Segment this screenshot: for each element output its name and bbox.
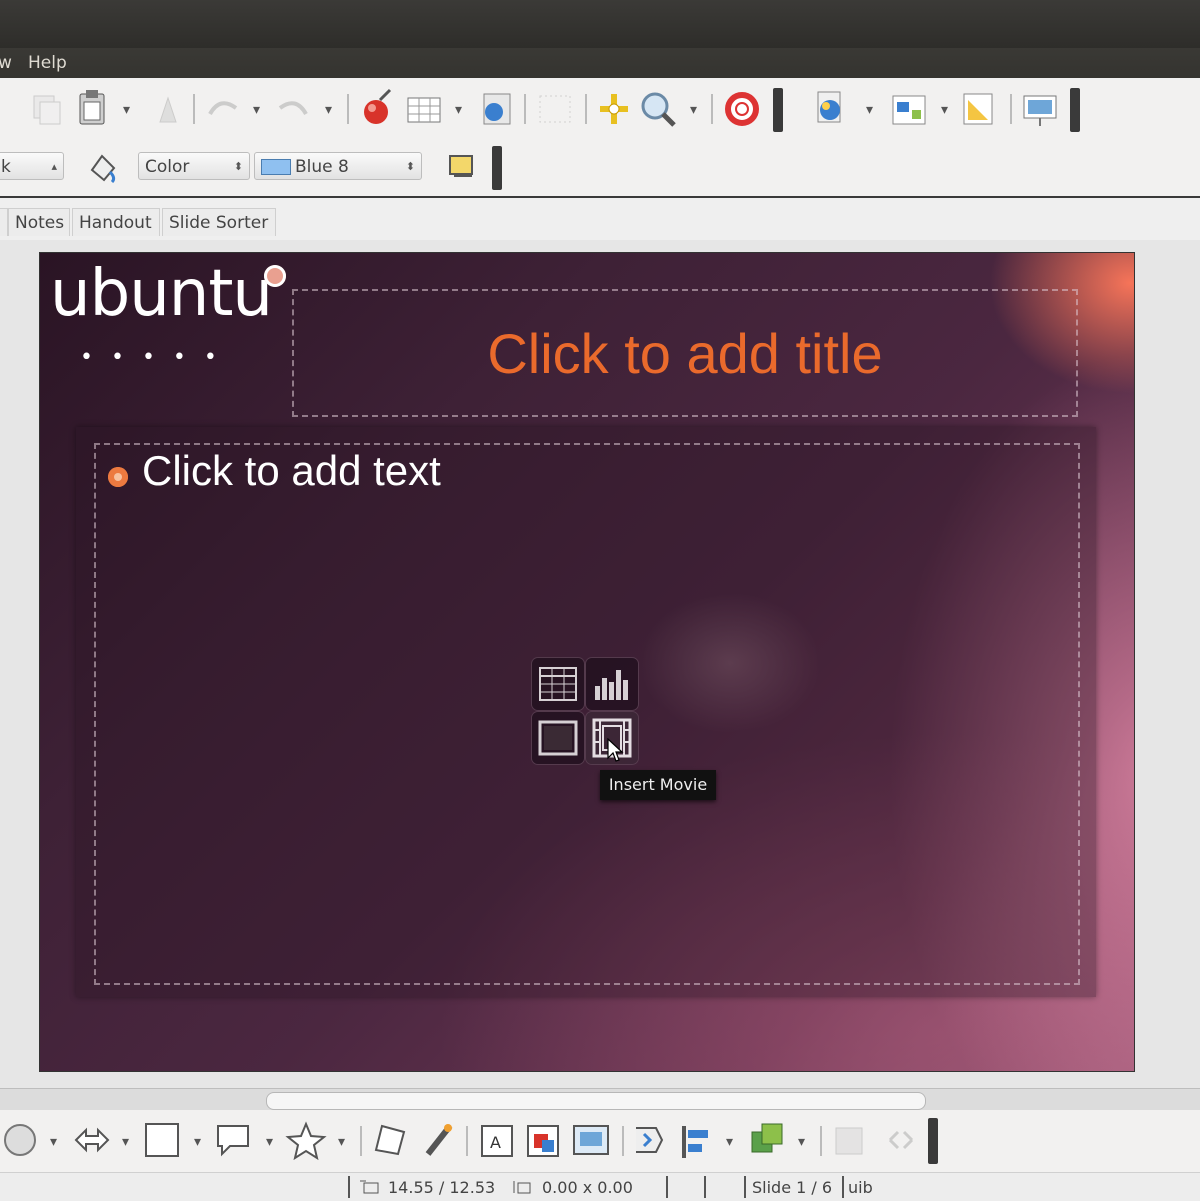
tab-notes[interactable]: Notes bbox=[8, 208, 70, 236]
horizontal-scrollbar[interactable] bbox=[0, 1088, 1200, 1111]
window-titlebar bbox=[0, 0, 1200, 48]
circle-of-friends-icon bbox=[264, 265, 286, 287]
chart-insert-icon bbox=[364, 88, 392, 124]
chevron-updown-icon: ⬍ bbox=[405, 160, 415, 173]
insert-chart-button[interactable] bbox=[586, 658, 638, 710]
table-icon bbox=[539, 667, 577, 701]
title-placeholder-text: Click to add title bbox=[487, 321, 883, 385]
tab-slide-sorter[interactable]: Slide Sorter bbox=[162, 208, 276, 236]
menu-item-view[interactable]: w bbox=[0, 53, 12, 73]
tab-outline[interactable] bbox=[0, 208, 8, 236]
toggle-extrusion-icon bbox=[888, 1130, 914, 1150]
svg-text:A: A bbox=[490, 1133, 501, 1152]
position-icon bbox=[360, 1180, 379, 1194]
size-readout: 0.00 x 0.00 bbox=[542, 1178, 633, 1197]
redo-icon bbox=[278, 101, 308, 116]
scrollbar-thumb[interactable] bbox=[266, 1092, 926, 1110]
slide-layout-icon bbox=[892, 95, 926, 125]
chevron-updown-icon: ⬍ bbox=[233, 160, 243, 173]
slide-icon bbox=[817, 91, 841, 123]
toolbar-handle[interactable] bbox=[492, 146, 502, 190]
area-color-select[interactable]: Blue 8 ⬍ bbox=[254, 152, 422, 180]
glue-points-icon bbox=[425, 1124, 453, 1156]
gallery-icon bbox=[573, 1125, 609, 1155]
double-arrow-icon bbox=[74, 1127, 110, 1153]
svg-text:▾: ▾ bbox=[122, 1134, 129, 1150]
ellipse-icon bbox=[4, 1124, 36, 1156]
line-style-combo[interactable]: k ▴ bbox=[0, 152, 64, 180]
svg-text:▾: ▾ bbox=[50, 1134, 57, 1150]
clone-formatting-icon bbox=[159, 96, 177, 123]
svg-text:▾: ▾ bbox=[194, 1134, 201, 1150]
arrange-icon bbox=[751, 1123, 783, 1153]
spin-icon: ▴ bbox=[51, 160, 57, 173]
svg-text:▾: ▾ bbox=[455, 102, 462, 118]
bullet-icon bbox=[108, 467, 128, 487]
rectangle-icon bbox=[145, 1123, 179, 1157]
undo-dropdown-icon: ▾ bbox=[253, 102, 260, 118]
drawing-toolbar: ▾ ▾ ▾ ▾ ▾ A ▾ ▾ bbox=[0, 1110, 1200, 1172]
extrusion-icon bbox=[835, 1127, 863, 1155]
image-icon bbox=[538, 720, 578, 756]
copy-icon[interactable] bbox=[33, 95, 61, 125]
snap-points-icon bbox=[600, 94, 628, 124]
standard-toolbar: ▾ ▾ ▾ ▾ ▾ ▾ ▾ bbox=[0, 80, 1200, 138]
area-fill-icon[interactable] bbox=[84, 150, 124, 184]
menu-bar: w Help bbox=[0, 48, 1200, 78]
callout-icon bbox=[217, 1125, 249, 1157]
zoom-icon bbox=[641, 92, 676, 127]
slide-design-icon bbox=[963, 93, 993, 125]
alignment-icon bbox=[682, 1126, 708, 1158]
insert-picture-button[interactable] bbox=[532, 712, 584, 764]
view-tabs: Notes Handout Slide Sorter bbox=[0, 200, 1200, 240]
mouse-cursor-icon bbox=[607, 738, 624, 762]
status-bar: 14.55 / 12.53 0.00 x 0.00 Slide 1 / 6 ui… bbox=[0, 1172, 1200, 1201]
svg-text:▾: ▾ bbox=[941, 102, 948, 118]
decorative-dots: ••••• bbox=[80, 345, 235, 370]
tooltip: Insert Movie bbox=[600, 770, 716, 800]
undo-icon bbox=[208, 101, 238, 116]
ubuntu-logo: ubuntu bbox=[50, 257, 273, 331]
shadow-icon[interactable] bbox=[446, 152, 476, 182]
line-style-value: k bbox=[1, 157, 11, 177]
svg-text:▾: ▾ bbox=[798, 1134, 805, 1150]
star-icon bbox=[285, 1121, 327, 1161]
slide-show-icon bbox=[1023, 95, 1057, 126]
from-file-icon bbox=[527, 1125, 559, 1157]
svg-text:▾: ▾ bbox=[726, 1134, 733, 1150]
layout-name: uib bbox=[848, 1178, 873, 1197]
svg-text:▾: ▾ bbox=[866, 102, 873, 118]
grid-icon bbox=[539, 95, 571, 123]
size-icon bbox=[513, 1181, 531, 1194]
tab-handout[interactable]: Handout bbox=[72, 208, 160, 236]
fontwork-icon: A bbox=[481, 1125, 513, 1157]
line-and-filling-toolbar: k ▴ Color ⬍ Blue 8 ⬍ bbox=[0, 138, 1200, 198]
table-insert-icon bbox=[407, 97, 441, 123]
menu-item-help[interactable]: Help bbox=[28, 53, 67, 73]
svg-text:▾: ▾ bbox=[690, 102, 697, 118]
area-color-value: Blue 8 bbox=[295, 157, 349, 177]
redo-dropdown-icon: ▾ bbox=[325, 102, 332, 118]
navigator-icon bbox=[483, 93, 511, 125]
area-style-select[interactable]: Color ⬍ bbox=[138, 152, 250, 180]
chart-icon bbox=[595, 670, 628, 700]
paste-dropdown-icon: ▾ bbox=[123, 102, 130, 118]
slide-counter: Slide 1 / 6 bbox=[752, 1178, 833, 1197]
help-icon bbox=[725, 92, 759, 126]
position-readout: 14.55 / 12.53 bbox=[388, 1178, 496, 1197]
svg-text:▾: ▾ bbox=[338, 1134, 345, 1150]
area-style-value: Color bbox=[145, 157, 190, 177]
svg-text:▾: ▾ bbox=[266, 1134, 273, 1150]
paste-icon[interactable] bbox=[79, 90, 105, 125]
points-icon bbox=[374, 1124, 406, 1156]
content-placeholder-text: Click to add text bbox=[142, 447, 441, 494]
title-placeholder[interactable]: Click to add title bbox=[292, 289, 1078, 417]
color-swatch bbox=[261, 159, 291, 175]
insert-table-button[interactable] bbox=[532, 658, 584, 710]
rotate-icon bbox=[636, 1127, 664, 1153]
